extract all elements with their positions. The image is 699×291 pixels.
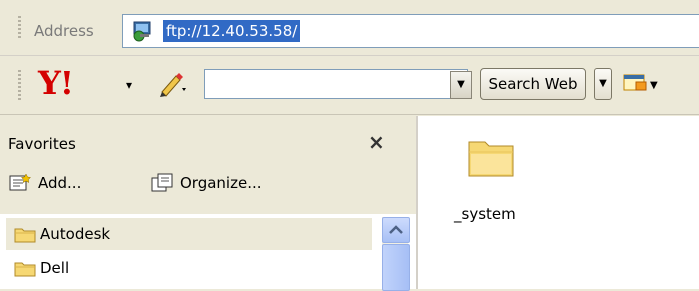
address-bar: Address ftp://12.40.53.58/ [0,0,699,56]
pencil-icon[interactable] [156,68,188,98]
search-options-dropdown[interactable]: ▼ [594,68,612,100]
address-label: Address [34,22,94,40]
search-history-dropdown[interactable]: ▼ [450,71,472,99]
address-input[interactable]: ftp://12.40.53.58/ [122,14,699,48]
add-label: Add... [38,174,82,192]
list-item-label: Dell [40,259,70,277]
mail-icon[interactable] [622,70,648,94]
list-item[interactable]: Dell [6,252,372,284]
network-globe-icon [133,21,151,42]
scroll-thumb[interactable] [382,244,410,291]
toolbar-grip[interactable] [18,16,21,40]
yahoo-menu-chevron-icon[interactable]: ▾ [126,78,132,92]
organize-label: Organize... [180,174,262,192]
folder-label: _system [454,205,516,223]
favorites-list: Autodesk Dell [0,214,416,289]
list-item[interactable]: Autodesk [6,218,372,250]
favorites-title: Favorites [8,135,76,153]
list-item-label: Autodesk [40,225,111,243]
chevron-up-icon [389,225,403,234]
folder-icon [14,228,36,243]
yahoo-toolbar: Y! ▾ ▼ Search Web ▼ ▼ [0,56,699,115]
yahoo-search-input[interactable] [204,69,468,99]
search-web-button[interactable]: Search Web [480,68,586,100]
yahoo-logo[interactable]: Y! [38,64,74,102]
add-favorite-icon [9,173,32,191]
scroll-up-button[interactable] [382,217,410,243]
add-favorite-button[interactable]: Add... [8,166,128,200]
organize-favorites-button[interactable]: Organize... [150,166,310,200]
address-value[interactable]: ftp://12.40.53.58/ [163,20,301,42]
ftp-content-pane: _system [418,116,699,289]
favorites-scrollbar[interactable] [382,217,410,291]
chevron-down-icon[interactable]: ▼ [650,80,658,91]
folder-icon [14,262,36,277]
organize-favorites-icon [151,173,173,192]
favorites-pane: Favorites × Add... Organize... Autodesk … [0,116,418,291]
close-icon[interactable]: × [368,130,385,154]
folder-icon [468,141,514,177]
toolbar-grip[interactable] [18,70,21,100]
